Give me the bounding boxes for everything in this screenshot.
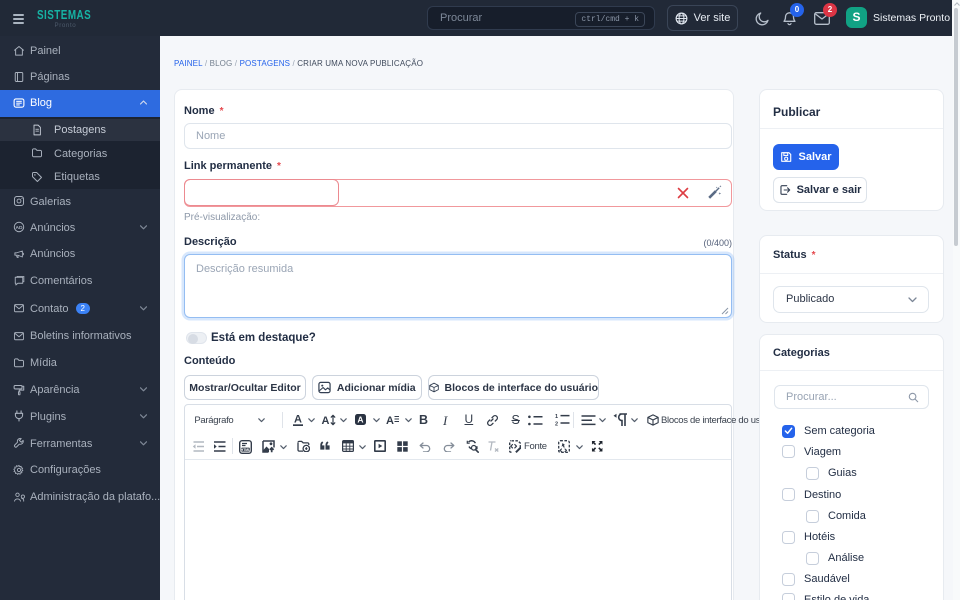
svg-text:1: 1 [555, 414, 558, 420]
svg-text:A: A [386, 415, 394, 427]
svg-text:A: A [357, 414, 363, 424]
svg-text:A: A [322, 415, 330, 427]
svg-text:A: A [294, 414, 302, 426]
svg-text:HTML: HTML [241, 447, 250, 451]
svg-text:2: 2 [555, 422, 558, 427]
